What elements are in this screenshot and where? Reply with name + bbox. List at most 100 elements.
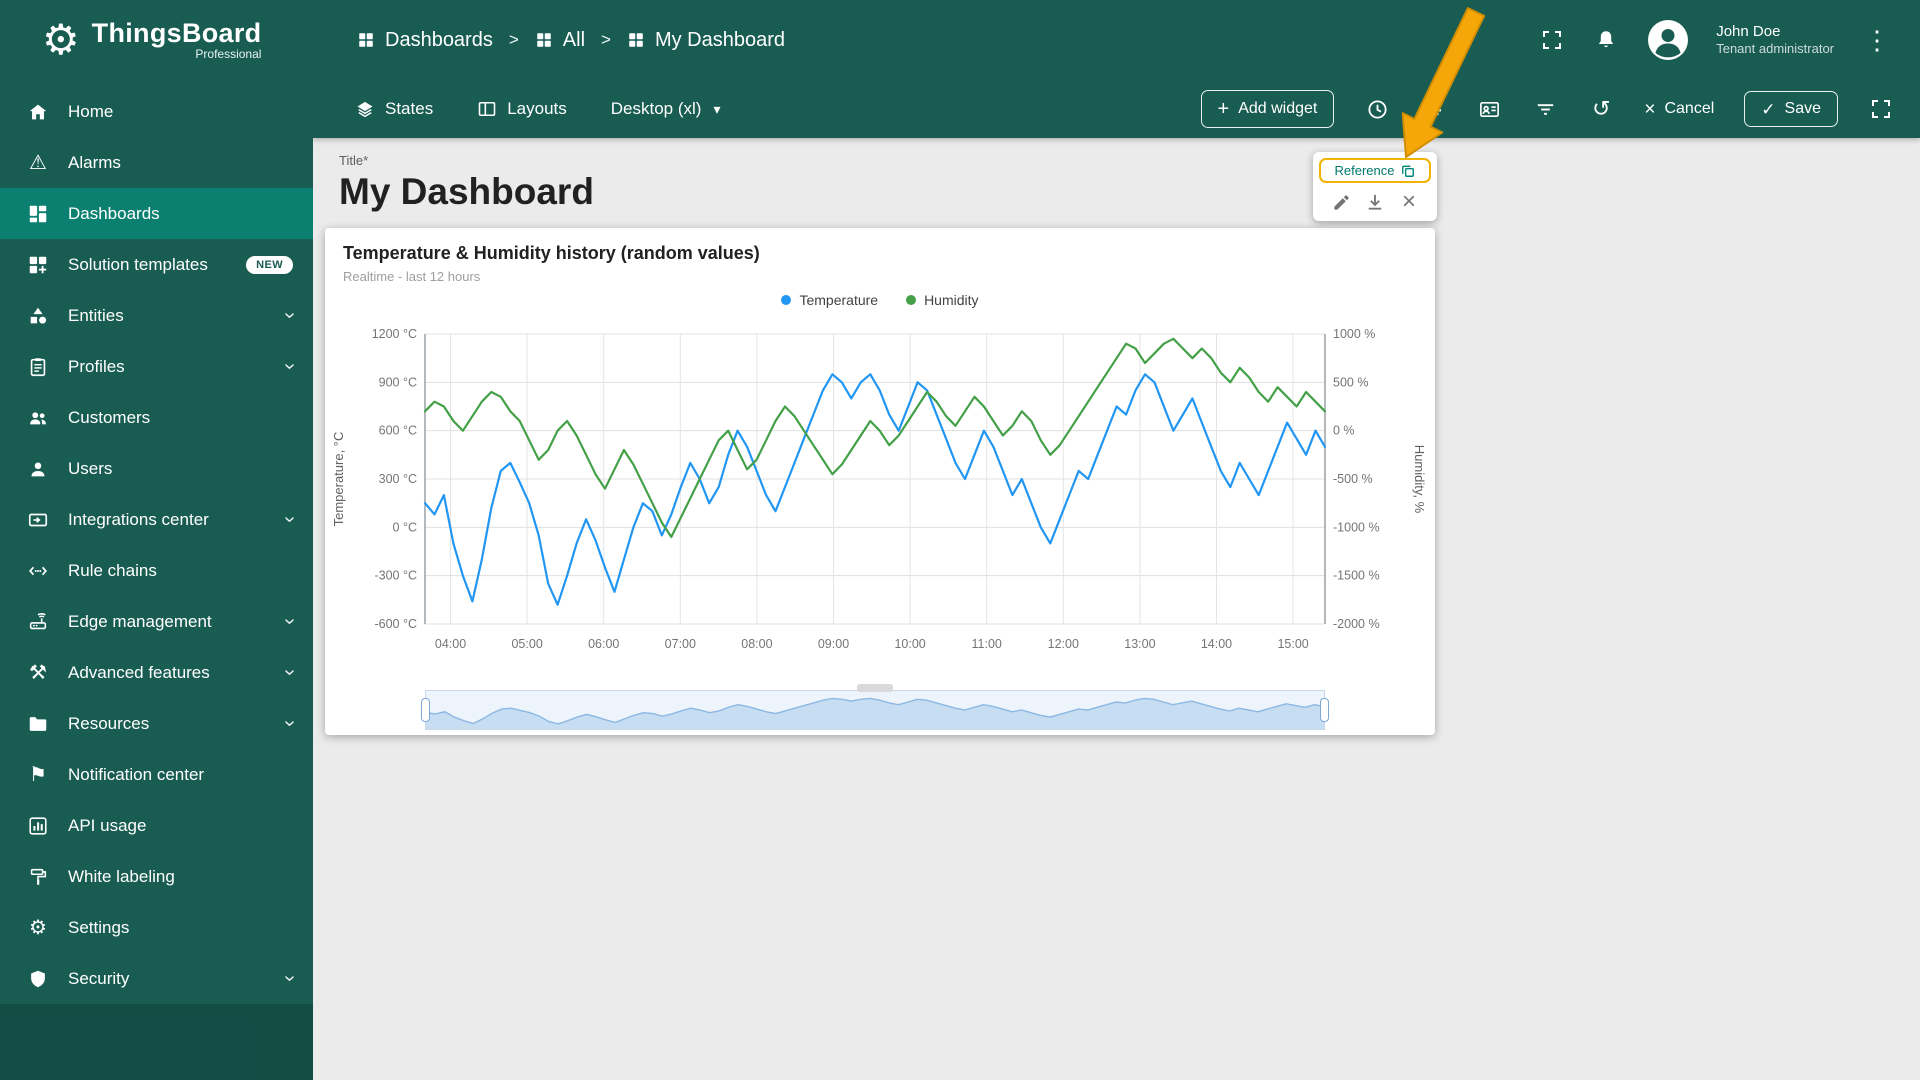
reference-button[interactable]: Reference [1319,158,1431,183]
legend-item-humidity[interactable]: Humidity [906,292,978,308]
toolbar-fullscreen-icon[interactable] [1868,96,1894,122]
avatar[interactable] [1646,18,1690,62]
filters-icon[interactable] [1532,96,1558,122]
legend-item-temperature[interactable]: Temperature [781,292,878,308]
dashboard-toolbar: States Layouts Desktop (xl) ▾ + Add widg… [313,80,1920,138]
dashboard-settings-gear-icon[interactable]: ⚙ [1420,96,1446,122]
svg-text:300 °C: 300 °C [379,472,417,486]
brush-area-chart [426,691,1324,729]
sidebar-item-customers[interactable]: Customers [0,392,313,443]
edit-widget-pencil-icon[interactable] [1328,189,1354,215]
dashboard-title-input[interactable]: My Dashboard [339,171,594,213]
chart-widget[interactable]: Temperature & Humidity history (random v… [325,228,1435,735]
security-shield-icon [26,967,50,991]
user-info[interactable]: John Doe Tenant administrator [1716,22,1834,58]
sidebar-item-label: Entities [68,306,124,326]
sidebar-item-label: White labeling [68,867,175,887]
sidebar-item-white-labeling[interactable]: White labeling [0,851,313,902]
remove-widget-close-icon[interactable]: × [1396,189,1422,215]
sidebar-item-resources[interactable]: Resources › [0,698,313,749]
fullscreen-icon[interactable] [1538,26,1566,54]
svg-text:0 °C: 0 °C [393,520,417,534]
download-widget-icon[interactable] [1362,189,1388,215]
layouts-icon [477,99,497,119]
sidebar-item-settings[interactable]: ⚙ Settings [0,902,313,953]
svg-text:1200 °C: 1200 °C [372,327,417,341]
sidebar-item-label: Home [68,102,113,122]
sidebar-item-dashboards[interactable]: Dashboards [0,188,313,239]
add-widget-label: Add widget [1238,100,1317,118]
users-icon [26,457,50,481]
sidebar-item-home[interactable]: Home [0,86,313,137]
thingsboard-logo-icon: ⚙ [42,19,80,61]
edge-management-icon [26,610,50,634]
breadcrumb: Dashboards > All > My Dashboard [357,29,785,52]
widget-actions-panel: Reference × [1313,152,1437,221]
svg-text:15:00: 15:00 [1277,637,1308,651]
dashboard-title-label: Title* [339,153,368,168]
kebab-menu-icon[interactable]: ⋮ [1860,25,1894,56]
sidebar-item-profiles[interactable]: Profiles › [0,341,313,392]
layout-selector[interactable]: Desktop (xl) ▾ [611,99,721,119]
sidebar-item-label: Customers [68,408,150,428]
cancel-button[interactable]: × Cancel [1644,100,1714,119]
sidebar-item-edge-management[interactable]: Edge management › [0,596,313,647]
sidebar-item-entities[interactable]: Entities › [0,290,313,341]
legend-label: Humidity [924,292,978,308]
caret-down-icon: ▾ [713,101,720,118]
entity-aliases-icon[interactable] [1476,96,1502,122]
brush-drag-handle[interactable] [857,684,893,692]
brush-left-handle[interactable] [421,698,430,722]
dashboard-grid-icon [535,31,553,49]
sidebar-item-api-usage[interactable]: API usage [0,800,313,851]
customers-icon [26,406,50,430]
svg-text:500 %: 500 % [1333,375,1368,389]
settings-gear-icon: ⚙ [26,916,50,940]
app-edition: Professional [92,47,262,61]
breadcrumb-item-my-dashboard[interactable]: My Dashboard [627,29,785,52]
notifications-bell-icon[interactable] [1592,26,1620,54]
sidebar-item-rule-chains[interactable]: Rule chains [0,545,313,596]
version-control-history-icon[interactable]: ↺ [1588,96,1614,122]
breadcrumb-item-all[interactable]: All [535,29,585,52]
brush-right-handle[interactable] [1320,698,1329,722]
resources-folder-icon [26,712,50,736]
user-role: Tenant administrator [1716,41,1834,58]
sidebar-item-solution-templates[interactable]: Solution templates NEW [0,239,313,290]
sidebar-item-advanced-features[interactable]: ⚒ Advanced features › [0,647,313,698]
sidebar-item-integrations-center[interactable]: Integrations center › [0,494,313,545]
app-logo[interactable]: ⚙ ThingsBoard Professional [0,19,313,61]
line-chart: 1200 °C1000 %900 °C500 %600 °C0 %300 °C-… [325,320,1435,672]
dashboard-canvas: Title* My Dashboard Temperature & Humidi… [313,138,1920,1080]
home-icon [26,100,50,124]
svg-text:14:00: 14:00 [1201,637,1232,651]
dashboard-grid-icon [357,31,375,49]
states-button[interactable]: States [355,99,433,119]
chevron-down-icon: › [278,312,301,319]
sidebar: Home ⚠ Alarms Dashboards Solution templa… [0,80,313,1080]
chevron-down-icon: › [278,669,301,676]
states-label: States [385,99,433,119]
sidebar-item-alarms[interactable]: ⚠ Alarms [0,137,313,188]
time-range-brush[interactable] [425,690,1325,730]
svg-text:09:00: 09:00 [818,637,849,651]
breadcrumb-label: My Dashboard [655,29,785,52]
sidebar-item-security[interactable]: Security › [0,953,313,1004]
states-layers-icon [355,99,375,119]
save-button[interactable]: ✓ Save [1744,91,1838,127]
reference-label: Reference [1335,163,1395,178]
add-widget-button[interactable]: + Add widget [1201,90,1335,128]
breadcrumb-item-dashboards[interactable]: Dashboards [357,29,493,52]
layouts-button[interactable]: Layouts [477,99,567,119]
svg-text:13:00: 13:00 [1124,637,1155,651]
chart-legend: Temperature Humidity [325,292,1435,308]
sidebar-item-label: Rule chains [68,561,157,581]
svg-text:-2000 %: -2000 % [1333,617,1380,631]
sidebar-item-label: Profiles [68,357,125,377]
time-window-clock-icon[interactable] [1364,96,1390,122]
svg-text:-300 °C: -300 °C [374,569,417,583]
sidebar-item-notification-center[interactable]: ⚑ Notification center [0,749,313,800]
svg-text:05:00: 05:00 [511,637,542,651]
sidebar-item-users[interactable]: Users [0,443,313,494]
svg-text:07:00: 07:00 [665,637,696,651]
